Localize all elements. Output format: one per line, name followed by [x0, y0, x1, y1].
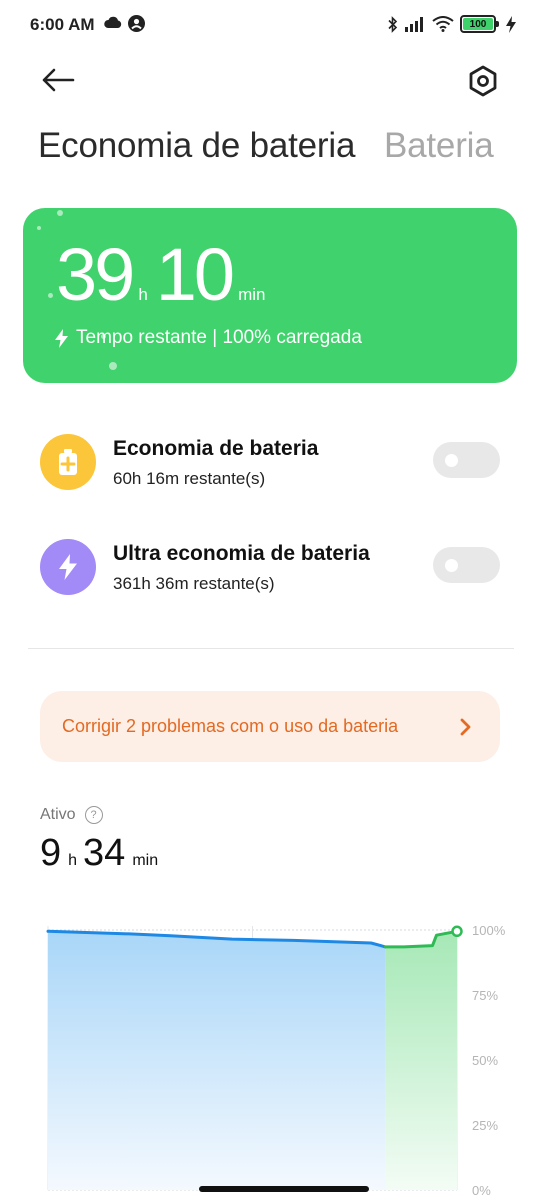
ultra-battery-saver-row[interactable]: Ultra economia de bateria 361h 36m resta… — [40, 537, 500, 597]
battery-saver-toggle[interactable] — [433, 442, 500, 478]
battery-icon: 100 — [460, 15, 499, 33]
lightning-icon — [55, 328, 68, 348]
charging-area — [385, 931, 457, 1190]
current-level-marker — [451, 925, 463, 938]
remaining-hours: 39 — [56, 233, 135, 316]
active-hours-unit: h — [68, 852, 78, 869]
fix-issues-banner[interactable]: Corrigir 2 problemas com o uso da bateri… — [40, 691, 500, 762]
home-indicator[interactable] — [199, 1186, 369, 1192]
y-tick-label: 0% — [472, 1183, 491, 1198]
active-label-text: Ativo — [40, 806, 76, 823]
active-minutes-unit: min — [132, 852, 159, 869]
account-icon — [128, 15, 145, 32]
remaining-time-subtitle-text: Tempo restante | 100% carregada — [76, 327, 362, 348]
y-tick-label: 50% — [472, 1053, 498, 1068]
discharging-area — [48, 931, 386, 1190]
chevron-right-icon — [460, 718, 471, 735]
active-time: 9 h 34 min — [40, 832, 164, 875]
status-icons: 100 — [388, 15, 516, 33]
decorative-bubble — [109, 362, 117, 370]
battery-saver-title: Economia de bateria — [113, 437, 319, 460]
battery-plus-icon — [40, 434, 96, 490]
y-tick-label: 25% — [472, 1118, 498, 1133]
wifi-icon — [432, 16, 454, 32]
status-time: 6:00 AM — [30, 15, 95, 34]
fix-issues-label: Corrigir 2 problemas com o uso da bateri… — [62, 716, 399, 736]
y-tick-label: 75% — [472, 988, 498, 1003]
charging-icon — [506, 15, 516, 33]
toggle-knob — [445, 559, 458, 572]
settings-button[interactable] — [462, 60, 504, 102]
cloud-icon — [104, 16, 122, 28]
decorative-bubble — [37, 226, 41, 230]
battery-saver-row[interactable]: Economia de bateria 60h 16m restante(s) — [40, 432, 500, 492]
decorative-bubble — [48, 293, 53, 298]
y-tick-label: 100% — [472, 923, 506, 938]
ultra-battery-saver-title: Ultra economia de bateria — [113, 542, 370, 565]
divider — [28, 648, 514, 649]
tab-battery-saver[interactable]: Economia de bateria — [38, 126, 355, 166]
remaining-time-subtitle: Tempo restante | 100% carregada — [55, 327, 362, 349]
hours-unit: h — [138, 285, 148, 304]
battery-level: 100 — [463, 18, 493, 30]
remaining-minutes: 10 — [155, 233, 235, 316]
tab-battery[interactable]: Bateria — [384, 126, 494, 166]
active-label: Ativo ? — [40, 806, 103, 824]
lightning-icon — [40, 539, 96, 595]
ultra-battery-saver-remaining: 361h 36m restante(s) — [113, 574, 275, 593]
arrow-left-icon — [42, 68, 75, 92]
toggle-knob — [445, 454, 458, 467]
active-hours: 9 — [40, 832, 62, 874]
help-icon[interactable]: ? — [84, 806, 103, 824]
back-button[interactable] — [38, 62, 78, 98]
status-bar: 6:00 AM 100 — [0, 0, 540, 52]
remaining-time-card: 39 h 10 min Tempo restante | 100% carreg… — [23, 208, 517, 383]
battery-saver-remaining: 60h 16m restante(s) — [113, 469, 266, 488]
battery-level-chart: 100% 75% 50% 25% 0% — [46, 923, 506, 1198]
settings-hexagon-icon — [469, 65, 497, 97]
bluetooth-icon — [388, 15, 398, 33]
ultra-battery-saver-toggle[interactable] — [433, 547, 500, 583]
active-minutes: 34 — [83, 832, 126, 874]
signal-icon — [405, 17, 423, 32]
decorative-bubble — [57, 210, 63, 216]
minutes-unit: min — [238, 285, 266, 304]
remaining-time: 39 h 10 min — [56, 238, 274, 312]
